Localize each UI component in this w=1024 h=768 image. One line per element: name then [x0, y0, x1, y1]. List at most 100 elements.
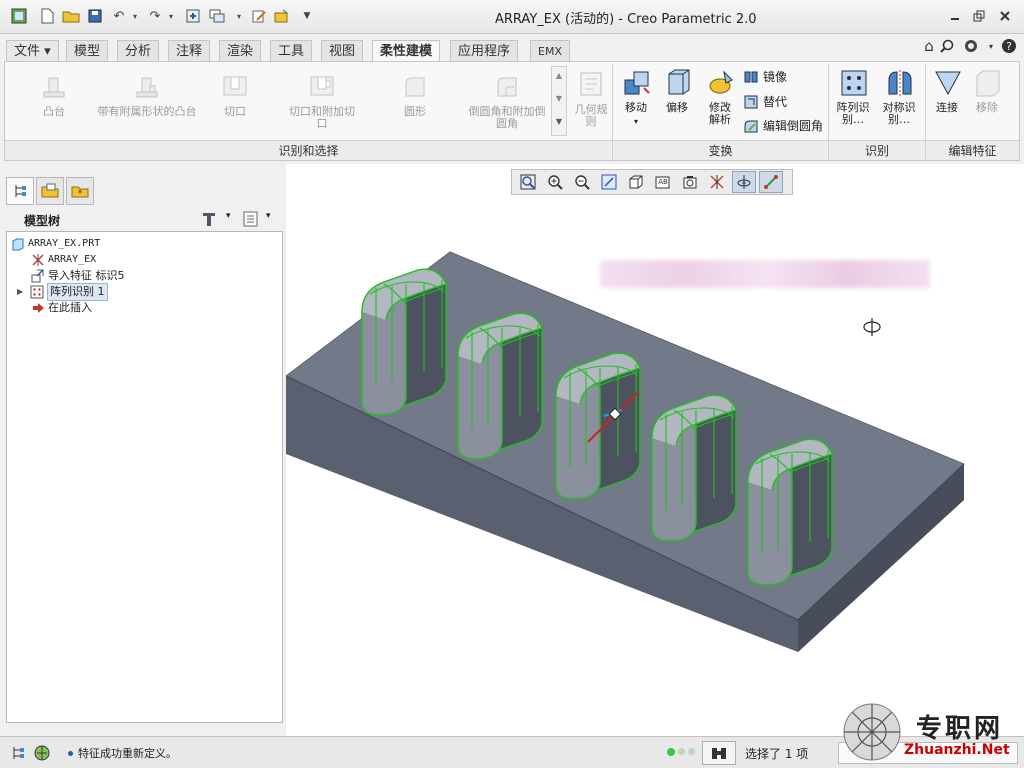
scroll-down-icon[interactable]: ▼	[552, 94, 566, 103]
tree-node-csys[interactable]: ARRAY_EX	[31, 252, 96, 268]
remove-icon	[973, 68, 1001, 97]
tree-show-dropdown-icon[interactable]: ▾	[266, 211, 271, 221]
part-icon	[12, 238, 24, 251]
attach-button[interactable]: 连接	[929, 68, 965, 114]
remove-button[interactable]: 移除	[969, 68, 1005, 114]
mirror-icon	[744, 71, 758, 82]
saved-views-icon[interactable]: AB	[651, 171, 675, 193]
windows-dropdown-icon[interactable]: ▾	[230, 7, 248, 25]
tree-node-part[interactable]: ARRAY_EX.PRT	[11, 236, 100, 252]
refit-icon[interactable]	[516, 171, 540, 193]
symmetry-recognize-button[interactable]: 对称识别…	[877, 68, 921, 126]
search-icon[interactable]	[936, 36, 958, 56]
group-label-recognize: 识别	[829, 140, 925, 160]
repaint-icon[interactable]	[597, 171, 621, 193]
boss-attached-icon	[133, 72, 161, 100]
boss-attached-shapes-button[interactable]: 带有附属形状的凸台	[97, 72, 197, 118]
tab-view[interactable]: 视图	[321, 40, 364, 62]
tree-node-import-feature[interactable]: 导入特征 标识5	[31, 268, 125, 284]
folder-browser-tab-icon[interactable]	[36, 177, 64, 205]
edit-icon[interactable]	[250, 7, 268, 25]
round-button[interactable]: 圆形	[391, 72, 439, 118]
model-view[interactable]	[286, 164, 1024, 736]
model-tree-tab-icon[interactable]	[6, 177, 34, 205]
watermark-logo-icon	[842, 702, 902, 762]
zoom-in-icon[interactable]	[543, 171, 567, 193]
svg-text:AB: AB	[658, 178, 668, 186]
tab-flexible-modeling[interactable]: 柔性建模	[372, 40, 441, 63]
boss-instance[interactable]	[651, 394, 737, 542]
customize-toolbar-icon[interactable]: ▼	[298, 7, 316, 25]
boss-button[interactable]: 凸台	[23, 72, 85, 118]
cut-button[interactable]: 切口	[211, 72, 259, 118]
modify-analyze-button[interactable]: 修改解析	[699, 68, 741, 126]
app-icon[interactable]	[10, 7, 28, 25]
new-file-icon[interactable]	[38, 7, 56, 25]
insert-here-arrow-icon	[33, 303, 44, 313]
undo-dropdown-icon[interactable]: ▾	[126, 7, 144, 25]
regen-status-indicator	[667, 748, 695, 756]
edit-round-button[interactable]: 编辑倒圆角	[743, 117, 823, 134]
watermark-text: 专职网	[916, 714, 1004, 744]
restore-button[interactable]	[968, 6, 990, 26]
tab-analysis[interactable]: 分析	[117, 40, 160, 62]
tree-node-insert-here[interactable]: 在此插入	[31, 300, 92, 316]
edit-round-icon	[744, 120, 758, 132]
boss-instance[interactable]	[555, 352, 641, 500]
expand-arrow-icon[interactable]: ▶	[17, 284, 27, 300]
model-tree[interactable]: ARRAY_EX.PRT ARRAY_EX 导入特征 标识5 ▶ 阵列识别 1 …	[6, 231, 283, 723]
geometry-rule-icon	[577, 70, 605, 98]
close-button[interactable]	[994, 6, 1016, 26]
cut-attached-cut-button[interactable]: 切口和附加切口	[285, 72, 359, 130]
annotation-display-icon[interactable]	[759, 171, 783, 193]
datum-display-icon[interactable]	[705, 171, 729, 193]
tab-annotate[interactable]: 注释	[168, 40, 211, 62]
graphics-window[interactable]	[286, 164, 1024, 736]
save-icon[interactable]	[86, 7, 104, 25]
geometry-rule-button[interactable]: 几何规则	[571, 70, 611, 128]
browser-toggle-icon[interactable]	[32, 743, 52, 763]
find-button[interactable]	[702, 741, 736, 765]
redo-dropdown-icon[interactable]: ▾	[162, 7, 180, 25]
round-attached-round-button[interactable]: 倒圆角和附加倒圆角	[465, 72, 549, 130]
boss-instance[interactable]	[747, 438, 833, 586]
navigator-toggle-icon[interactable]	[8, 743, 28, 763]
boss-instance[interactable]	[457, 312, 543, 460]
offset-button[interactable]: 偏移	[657, 68, 697, 114]
zoom-out-icon[interactable]	[570, 171, 594, 193]
view-manager-icon[interactable]	[678, 171, 702, 193]
tab-model[interactable]: 模型	[66, 40, 109, 62]
mirror-button[interactable]: 镜像	[743, 68, 787, 85]
tree-settings-icon[interactable]	[200, 210, 218, 231]
pattern-recognize-button[interactable]: 阵列识别…	[833, 68, 873, 126]
ribbon-gallery-scroll[interactable]: ▲ ▼ ▼	[551, 66, 567, 136]
minimize-button[interactable]	[944, 6, 966, 26]
gallery-expand-icon[interactable]: ▼	[552, 117, 566, 126]
tree-settings-dropdown-icon[interactable]: ▾	[226, 211, 231, 221]
open-folder-icon[interactable]	[62, 7, 80, 25]
regenerate-icon[interactable]	[184, 7, 202, 25]
settings-icon[interactable]	[960, 36, 982, 56]
tab-tools[interactable]: 工具	[270, 40, 313, 62]
close-window-icon[interactable]	[272, 7, 290, 25]
boss-instance[interactable]	[361, 268, 447, 416]
spin-center-toggle-icon[interactable]	[732, 171, 756, 193]
tab-emx[interactable]: EMX	[530, 40, 570, 62]
tab-render[interactable]: 渲染	[219, 40, 262, 62]
title-bar: ↶ ▾ ↷ ▾ ▾ ▼ ARRAY_EX (活动的) - Creo Parame…	[0, 0, 1024, 34]
tab-applications[interactable]: 应用程序	[450, 40, 519, 62]
modify-analyze-icon	[706, 68, 734, 96]
tree-node-pattern-recognize[interactable]: ▶ 阵列识别 1	[17, 283, 108, 301]
move-dropdown-icon[interactable]: ▾	[617, 116, 655, 128]
display-style-icon[interactable]	[624, 171, 648, 193]
pattern-icon	[30, 285, 44, 299]
windows-icon[interactable]	[208, 7, 226, 25]
substitute-button[interactable]: 替代	[743, 93, 787, 110]
tree-show-icon[interactable]	[242, 210, 260, 231]
scroll-up-icon[interactable]: ▲	[552, 71, 566, 80]
move-button[interactable]: 移动 ▾	[617, 68, 655, 128]
help-icon[interactable]: ?	[998, 36, 1020, 56]
tab-file[interactable]: 文件 ▾	[6, 40, 59, 62]
round-attached-icon	[493, 72, 521, 100]
favorites-tab-icon[interactable]: *	[66, 177, 94, 205]
